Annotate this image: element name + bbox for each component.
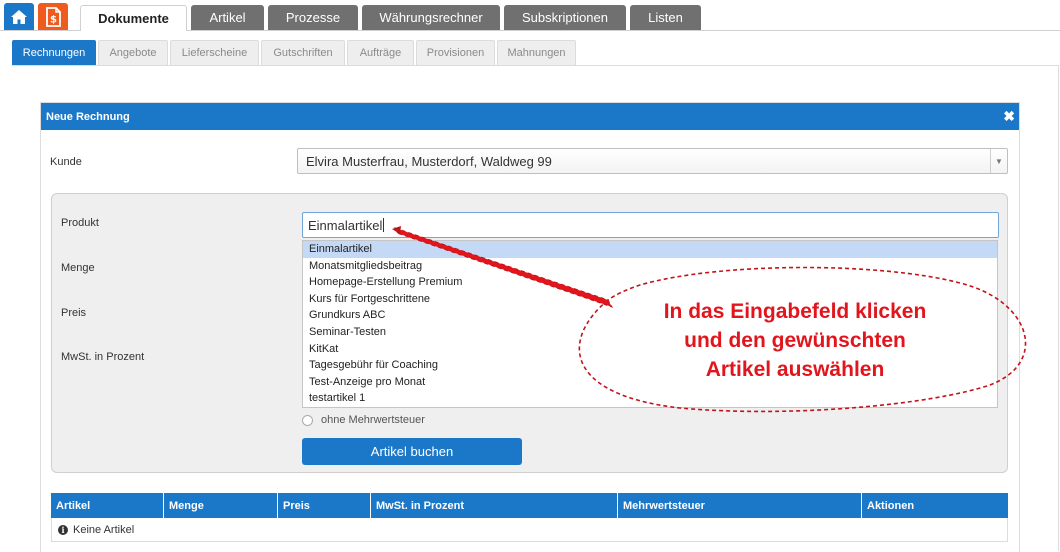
preis-label: Preis [61,307,87,319]
top-navigation: $ Dokumente Artikel Prozesse Währungsrec… [0,0,1060,31]
column-header-aktionen: Aktionen [867,499,915,512]
info-icon: i [58,524,68,535]
tab-prozesse[interactable]: Prozesse [268,5,358,30]
subtab-lieferscheine[interactable]: Lieferscheine [170,40,259,65]
subtab-angebote[interactable]: Angebote [98,40,168,65]
subtab-underline [12,65,1058,66]
empty-table-text: Keine Artikel [73,523,135,536]
no-vat-option[interactable]: ohne Mehrwertsteuer [302,414,425,426]
subtab-rechnungen[interactable]: Rechnungen [12,40,96,65]
subtab-gutschriften[interactable]: Gutschriften [261,40,345,65]
column-header-menge: Menge [164,493,278,518]
no-vat-label: ohne Mehrwertsteuer [321,414,425,426]
column-header-preis: Preis [278,493,371,518]
annotation-line-1: In das Eingabefeld klicken [663,300,927,323]
annotation-text: In das Eingabefeld klicken und den gewün… [600,297,990,384]
annotation-line-3: Artikel auswählen [705,358,885,381]
articles-table: Artikel Menge Preis MwSt. in Prozent Meh… [51,493,1008,543]
mwst-label: MwSt. in Prozent [61,351,145,363]
dropdown-option[interactable]: Monatsmitgliedsbeitrag [303,258,997,275]
text-cursor [383,218,385,232]
chevron-down-icon[interactable]: ▼ [990,149,1007,173]
close-icon[interactable]: ✖ [1003,108,1015,124]
panel-title: Neue Rechnung [46,110,130,123]
product-input[interactable]: Einmalartikel [302,212,999,238]
svg-text:$: $ [50,14,57,25]
product-input-value: Einmalartikel [308,217,383,233]
tab-artikel[interactable]: Artikel [191,5,264,30]
customer-select-value: Elvira Musterfrau, Musterdorf, Waldweg 9… [306,153,552,169]
column-header-mwst: MwSt. in Prozent [371,493,618,518]
table-header: Artikel Menge Preis MwSt. in Prozent Meh… [51,493,1008,518]
tab-listen[interactable]: Listen [630,5,701,30]
table-row: i Keine Artikel [51,518,1008,542]
kunde-label: Kunde [50,156,82,168]
annotation-line-2: und den gewünschten [684,329,906,352]
subtab-provisionen[interactable]: Provisionen [416,40,495,65]
dropdown-option[interactable]: Homepage-Erstellung Premium [303,274,997,291]
dropdown-option[interactable]: Einmalartikel [303,241,997,258]
tab-waehrungsrechner[interactable]: Währungsrechner [362,5,500,30]
column-header-mehrwertsteuer: Mehrwertsteuer [618,493,862,518]
subtab-auftraege[interactable]: Aufträge [347,40,414,65]
subtab-mahnungen[interactable]: Mahnungen [497,40,576,65]
tab-subskriptionen[interactable]: Subskriptionen [504,5,626,30]
customer-select[interactable]: Elvira Musterfrau, Musterdorf, Waldweg 9… [297,148,1008,174]
home-icon [11,9,27,24]
panel-header: Neue Rechnung ✖ [41,103,1019,130]
tab-dokumente[interactable]: Dokumente [80,5,187,31]
column-header-artikel: Artikel [51,493,164,518]
invoice-icon: $ [46,6,61,27]
produkt-label: Produkt [61,217,99,229]
documents-button[interactable]: $ [38,3,68,30]
no-vat-radio[interactable] [302,414,313,426]
dropdown-option[interactable]: testartikel 1 [303,390,997,407]
book-article-button[interactable]: Artikel buchen [302,438,522,465]
home-button[interactable] [4,3,34,30]
menge-label: Menge [61,262,95,274]
